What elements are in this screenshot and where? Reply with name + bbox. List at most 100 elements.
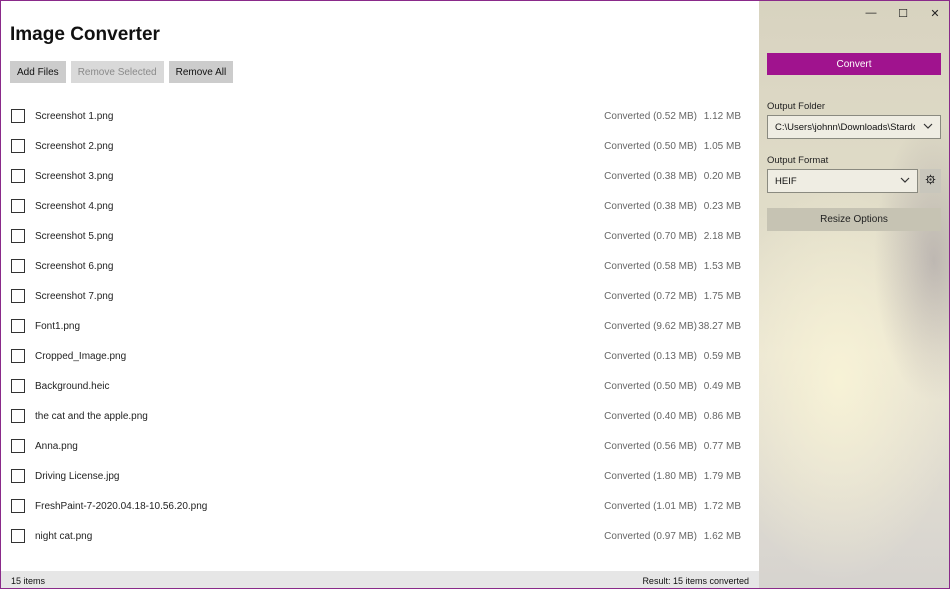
file-size: 1.53 MB (697, 261, 741, 272)
window-controls: — ☐ ✕ (855, 1, 950, 27)
list-item[interactable]: Cropped_Image.png Converted (0.13 MB) 0.… (1, 341, 759, 371)
file-checkbox[interactable] (11, 469, 25, 483)
close-icon[interactable]: ✕ (919, 1, 950, 25)
list-item[interactable]: FreshPaint-7-2020.04.18-10.56.20.png Con… (1, 491, 759, 521)
file-checkbox[interactable] (11, 409, 25, 423)
file-size: 0.86 MB (697, 411, 741, 422)
list-item[interactable]: Screenshot 6.png Converted (0.58 MB) 1.5… (1, 251, 759, 281)
file-status: Converted (0.97 MB) (604, 531, 697, 542)
add-files-button[interactable]: Add Files (10, 61, 66, 83)
file-checkbox[interactable] (11, 109, 25, 123)
file-checkbox[interactable] (11, 169, 25, 183)
list-item[interactable]: Driving License.jpg Converted (1.80 MB) … (1, 461, 759, 491)
list-item[interactable]: Screenshot 1.png Converted (0.52 MB) 1.1… (1, 101, 759, 131)
list-item[interactable]: Anna.png Converted (0.56 MB) 0.77 MB (1, 431, 759, 461)
file-status: Converted (0.70 MB) (604, 231, 697, 242)
output-folder-value: C:\Users\johnn\Downloads\Stardock (775, 122, 915, 133)
file-status: Converted (0.13 MB) (604, 351, 697, 362)
file-size: 2.18 MB (697, 231, 741, 242)
file-name: Screenshot 5.png (35, 231, 604, 242)
file-size: 1.12 MB (697, 111, 741, 122)
item-count: 15 items (11, 576, 45, 586)
file-checkbox[interactable] (11, 319, 25, 333)
remove-all-button[interactable]: Remove All (169, 61, 234, 83)
list-item[interactable]: Screenshot 2.png Converted (0.50 MB) 1.0… (1, 131, 759, 161)
file-checkbox[interactable] (11, 139, 25, 153)
file-name: Background.heic (35, 381, 604, 392)
file-size: 1.62 MB (697, 531, 741, 542)
file-checkbox[interactable] (11, 259, 25, 273)
convert-button[interactable]: Convert (767, 53, 941, 75)
file-name: Screenshot 4.png (35, 201, 604, 212)
file-name: the cat and the apple.png (35, 411, 604, 422)
file-size: 1.72 MB (697, 501, 741, 512)
file-size: 0.49 MB (697, 381, 741, 392)
file-checkbox[interactable] (11, 199, 25, 213)
resize-options-button[interactable]: Resize Options (767, 208, 941, 231)
list-item[interactable]: Screenshot 5.png Converted (0.70 MB) 2.1… (1, 221, 759, 251)
file-checkbox[interactable] (11, 349, 25, 363)
file-size: 0.23 MB (697, 201, 741, 212)
file-name: Cropped_Image.png (35, 351, 604, 362)
maximize-icon[interactable]: ☐ (887, 1, 919, 25)
file-name: Anna.png (35, 441, 604, 452)
output-format-select[interactable]: HEIF (767, 169, 918, 193)
page-title: Image Converter (10, 24, 160, 46)
result-text: Result: 15 items converted (642, 576, 749, 586)
file-checkbox[interactable] (11, 289, 25, 303)
file-status: Converted (0.56 MB) (604, 441, 697, 452)
file-status: Converted (1.80 MB) (604, 471, 697, 482)
list-item[interactable]: night cat.png Converted (0.97 MB) 1.62 M… (1, 521, 759, 551)
file-name: Screenshot 6.png (35, 261, 604, 272)
minimize-icon[interactable]: — (855, 1, 887, 25)
chevron-down-icon (899, 174, 911, 189)
list-item[interactable]: Background.heic Converted (0.50 MB) 0.49… (1, 371, 759, 401)
file-status: Converted (1.01 MB) (604, 501, 697, 512)
file-status: Converted (0.38 MB) (604, 171, 697, 182)
output-folder-label: Output Folder (767, 101, 825, 112)
app-window: Image Converter Add Files Remove Selecte… (0, 0, 950, 589)
file-checkbox[interactable] (11, 439, 25, 453)
file-size: 0.59 MB (697, 351, 741, 362)
list-item[interactable]: Font1.png Converted (9.62 MB) 38.27 MB (1, 311, 759, 341)
list-item[interactable]: Screenshot 3.png Converted (0.38 MB) 0.2… (1, 161, 759, 191)
format-settings-button[interactable] (920, 169, 941, 193)
file-checkbox[interactable] (11, 229, 25, 243)
output-folder-select[interactable]: C:\Users\johnn\Downloads\Stardock (767, 115, 941, 139)
chevron-down-icon (922, 120, 934, 135)
status-bar: 15 items Result: 15 items converted (1, 571, 759, 589)
file-name: Screenshot 1.png (35, 111, 604, 122)
file-checkbox[interactable] (11, 499, 25, 513)
file-name: night cat.png (35, 531, 604, 542)
file-size: 38.27 MB (697, 321, 741, 332)
list-item[interactable]: the cat and the apple.png Converted (0.4… (1, 401, 759, 431)
file-size: 1.75 MB (697, 291, 741, 302)
file-name: Screenshot 3.png (35, 171, 604, 182)
list-item[interactable]: Screenshot 7.png Converted (0.72 MB) 1.7… (1, 281, 759, 311)
file-size: 0.20 MB (697, 171, 741, 182)
file-status: Converted (0.72 MB) (604, 291, 697, 302)
file-size: 1.05 MB (697, 141, 741, 152)
remove-selected-button[interactable]: Remove Selected (71, 61, 164, 83)
file-name: Font1.png (35, 321, 604, 332)
file-checkbox[interactable] (11, 529, 25, 543)
file-status: Converted (9.62 MB) (604, 321, 697, 332)
file-checkbox[interactable] (11, 379, 25, 393)
file-name: Driving License.jpg (35, 471, 604, 482)
file-status: Converted (0.50 MB) (604, 141, 697, 152)
file-name: Screenshot 7.png (35, 291, 604, 302)
file-status: Converted (0.40 MB) (604, 411, 697, 422)
gear-icon (925, 174, 936, 188)
file-size: 0.77 MB (697, 441, 741, 452)
file-status: Converted (0.58 MB) (604, 261, 697, 272)
options-pane: — ☐ ✕ Convert Output Folder C:\Users\joh… (759, 1, 950, 589)
file-status: Converted (0.50 MB) (604, 381, 697, 392)
file-name: Screenshot 2.png (35, 141, 604, 152)
output-format-value: HEIF (775, 176, 797, 187)
file-status: Converted (0.38 MB) (604, 201, 697, 212)
file-name: FreshPaint-7-2020.04.18-10.56.20.png (35, 501, 604, 512)
main-pane: Image Converter Add Files Remove Selecte… (1, 1, 759, 589)
toolbar: Add Files Remove Selected Remove All (10, 61, 233, 83)
list-item[interactable]: Screenshot 4.png Converted (0.38 MB) 0.2… (1, 191, 759, 221)
file-size: 1.79 MB (697, 471, 741, 482)
